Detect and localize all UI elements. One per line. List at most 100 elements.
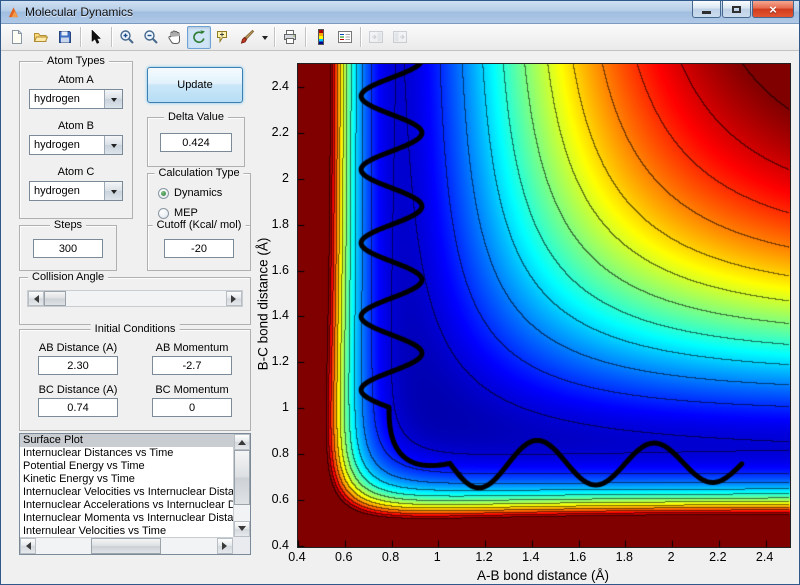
list-item[interactable]: Surface Plot [20,434,233,447]
window-title: Molecular Dynamics [25,5,134,19]
insert-legend-button[interactable] [333,26,357,49]
brush-dropdown-button[interactable] [259,26,271,49]
listbox-vscrollbar[interactable] [233,434,250,537]
atom-b-select[interactable]: hydrogen [29,135,123,155]
listbox-hscrollbar[interactable] [20,537,233,554]
hide-plot-tools-button[interactable] [364,26,388,49]
zoom-in-button[interactable] [115,26,139,49]
bc-momentum-input[interactable] [152,398,232,417]
x-tick-label: 0.6 [335,550,353,564]
atom-types-panel: Atom Types Atom A hydrogen Atom B hydrog… [19,55,133,219]
app-window: Molecular Dynamics × Atom Types Atom A h… [0,0,800,585]
scroll-left-button[interactable] [20,538,36,554]
scroll-up-button[interactable] [234,434,250,450]
arrow-right-icon [222,542,231,550]
data-cursor-icon [217,31,227,44]
atom-a-value: hydrogen [34,93,80,105]
title-bar[interactable]: Molecular Dynamics × [1,1,799,24]
pointer-icon [91,29,102,44]
slider-track[interactable] [44,291,226,306]
list-item[interactable]: Internuclear Momenta vs Internuclear Dis… [20,512,233,525]
steps-panel: Steps [19,219,117,271]
atom-a-dropdown-button[interactable] [104,90,122,108]
select-pointer-button[interactable] [84,26,108,49]
ab-distance-input[interactable] [38,356,118,375]
calc-type-option-mep[interactable]: MEP [158,207,198,219]
atom-a-select[interactable]: hydrogen [29,89,123,109]
maximize-icon [732,5,741,13]
steps-title: Steps [49,219,87,231]
brush-icon [240,29,255,44]
hscroll-track[interactable] [36,538,217,554]
zoom-in-icon [120,30,134,44]
chevron-down-icon [110,143,117,151]
x-tick-label: 1.8 [615,550,634,564]
vscroll-track[interactable] [234,450,250,521]
y-tick-label: 1.4 [271,308,289,323]
steps-input[interactable] [33,239,103,258]
delta-value-input[interactable] [160,133,232,152]
show-plot-tools-icon [393,31,407,43]
toolbar-separator [305,27,306,47]
save-icon [59,31,71,43]
minimize-button[interactable] [692,1,721,18]
cutoff-title: Cutoff (Kcal/ mol) [152,219,246,231]
print-figure-button[interactable] [278,26,302,49]
atom-b-dropdown-button[interactable] [104,136,122,154]
new-figure-button[interactable] [5,26,29,49]
list-item[interactable]: Internuclear Accelerations vs Internucle… [20,499,233,512]
bc-distance-input[interactable] [38,398,118,417]
collision-angle-title: Collision Angle [28,271,109,283]
pan-icon [168,30,180,44]
brush-button[interactable] [235,26,259,49]
scroll-down-button[interactable] [234,521,250,537]
radio-unselected-icon [158,207,169,219]
open-file-button[interactable] [29,26,53,49]
slider-left-arrow[interactable] [28,291,44,306]
slider-right-arrow[interactable] [226,291,242,306]
slider-thumb[interactable] [44,291,66,306]
rotate-3d-button[interactable] [187,25,211,49]
arrow-up-icon [238,436,246,445]
y-tick-label: 1.6 [271,262,289,277]
show-plot-tools-button[interactable] [388,26,412,49]
close-button[interactable]: × [752,1,794,18]
data-cursor-button[interactable] [211,26,235,49]
x-tick-label: 2.2 [709,550,727,564]
list-item[interactable]: Internuclear Velocities vs Internuclear … [20,486,233,499]
minimize-icon [702,11,711,14]
collision-angle-slider[interactable] [27,290,243,307]
insert-colorbar-button[interactable] [309,26,333,49]
pan-button[interactable] [163,26,187,49]
atom-c-select[interactable]: hydrogen [29,181,123,201]
calc-type-option-dynamics[interactable]: Dynamics [158,187,222,199]
arrow-down-icon [238,526,246,535]
chevron-down-icon [110,97,117,105]
hscroll-thumb[interactable] [91,538,161,554]
toolbar [1,24,799,51]
cutoff-input[interactable] [164,239,234,258]
atom-c-dropdown-button[interactable] [104,182,122,200]
x-tick-labels: 0.4 0.6 0.8 1 1.2 1.4 1.6 1.8 2 2.2 2.4 [288,550,789,565]
ab-momentum-input[interactable] [152,356,232,375]
x-tick-label: 0.8 [381,550,400,564]
initial-conditions-panel: Initial Conditions AB Distance (A) AB Mo… [19,323,251,431]
save-figure-button[interactable] [53,26,77,49]
list-item[interactable]: Potential Energy vs Time [20,460,233,473]
initial-conditions-title: Initial Conditions [90,323,180,335]
maximize-button[interactable] [722,1,751,18]
scroll-right-button[interactable] [217,538,233,554]
pes-canvas[interactable] [297,63,791,548]
calculation-type-title: Calculation Type [154,167,244,179]
list-item[interactable]: Internulear Velocities vs Time [20,525,233,537]
update-button[interactable]: Update [147,67,243,103]
arrow-left-icon [22,542,31,550]
zoom-out-button[interactable] [139,26,163,49]
colorbar-icon [318,29,324,45]
vscroll-thumb[interactable] [234,450,250,505]
y-tick-label: 1.8 [271,216,289,231]
atom-a-label: Atom A [58,74,94,86]
list-item[interactable]: Kinetic Energy vs Time [20,473,233,486]
list-item[interactable]: Internuclear Distances vs Time [20,447,233,460]
y-tick-label: 2 [282,170,289,185]
